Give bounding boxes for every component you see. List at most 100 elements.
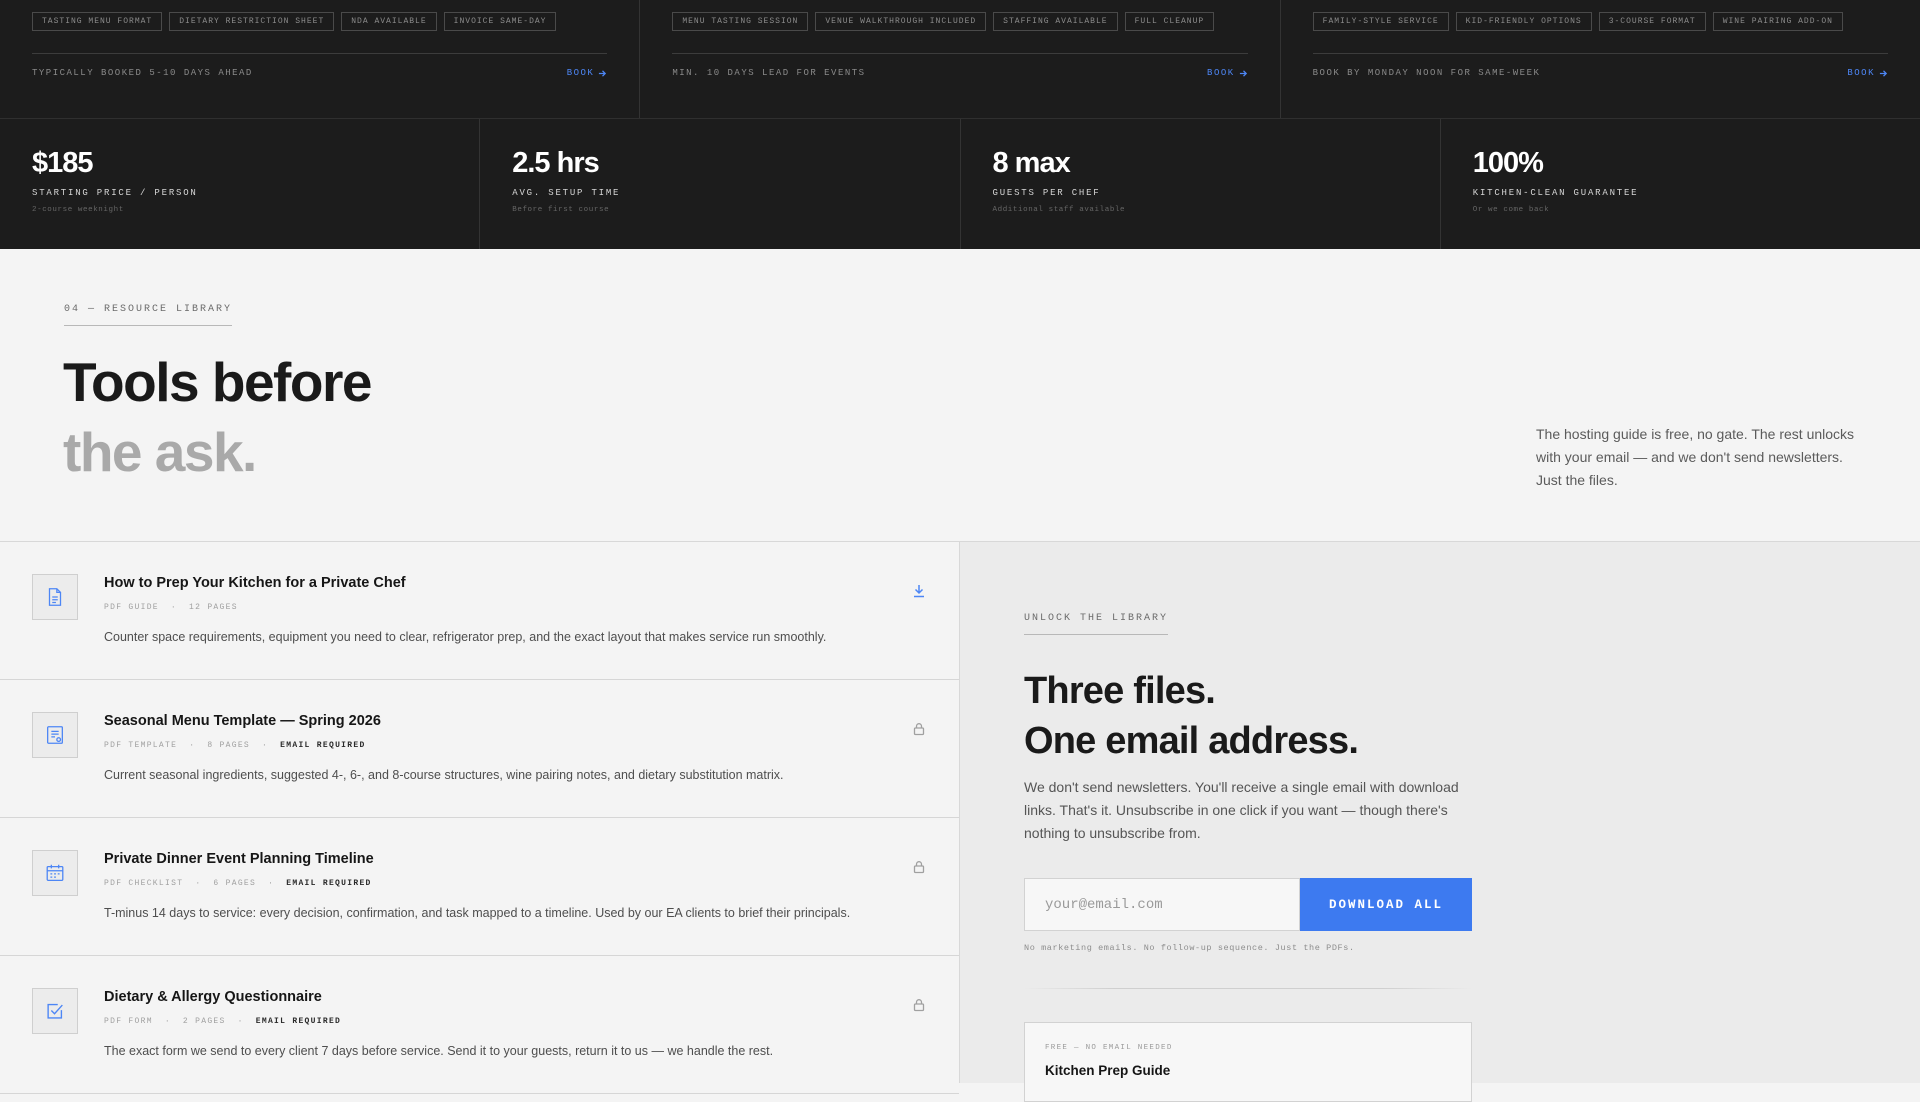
divider <box>672 53 1248 54</box>
stat-label: KITCHEN-CLEAN GUARANTEE <box>1472 188 1639 198</box>
stat-subtext: Additional staff available <box>992 206 1126 214</box>
file-description: The exact form we send to every client 7… <box>104 1044 774 1058</box>
tag: 3-COURSE FORMAT <box>1598 12 1706 31</box>
free-guide-card[interactable]: FREE — NO EMAIL NEEDED Kitchen Prep Guid… <box>1024 1022 1472 1102</box>
book-link[interactable]: BOOK <box>1847 68 1888 78</box>
tag-list: MENU TASTING SESSION VENUE WALKTHROUGH I… <box>672 12 1247 31</box>
stat-block: 2.5 hrs AVG. SETUP TIME Before first cou… <box>480 119 961 249</box>
file-pages: 8 PAGES <box>207 741 251 750</box>
file-description: T-minus 14 days to service: every decisi… <box>104 906 851 920</box>
stat-subtext: Before first course <box>512 206 610 214</box>
template-icon <box>32 712 78 758</box>
stat-block: 100% KITCHEN-CLEAN GUARANTEE Or we come … <box>1441 119 1920 249</box>
document-icon <box>32 574 78 620</box>
section-intro: The hosting guide is free, no gate. The … <box>1536 426 1855 488</box>
file-type: PDF FORM <box>104 1017 153 1026</box>
stat-label: STARTING PRICE / PERSON <box>32 188 198 198</box>
file-description: Current seasonal ingredients, suggested … <box>104 768 784 782</box>
tag: FAMILY-STYLE SERVICE <box>1312 12 1449 31</box>
file-pages: 12 PAGES <box>189 603 238 612</box>
checkbox-icon <box>32 988 78 1034</box>
file-description: Counter space requirements, equipment yo… <box>104 630 827 644</box>
tag: DIETARY RESTRICTION SHEET <box>169 12 335 31</box>
file-type: PDF TEMPLATE <box>104 741 178 750</box>
email-form: DOWNLOAD ALL <box>1024 878 1472 931</box>
file-meta: PDF GUIDE · 12 PAGES <box>104 603 238 612</box>
tag: NDA AVAILABLE <box>341 12 437 31</box>
book-label: BOOK <box>566 68 595 78</box>
file-item[interactable]: Dietary & Allergy Questionnaire PDF FORM… <box>0 956 959 1094</box>
stat-subtext: 2-course weeknight <box>32 206 124 214</box>
free-badge: FREE — NO EMAIL NEEDED <box>1045 1044 1173 1052</box>
file-item[interactable]: Seasonal Menu Template — Spring 2026 PDF… <box>0 680 959 818</box>
divider <box>1312 53 1888 54</box>
file-type: PDF CHECKLIST <box>104 879 184 888</box>
book-link[interactable]: BOOK <box>567 68 608 78</box>
arrow-right-icon <box>599 69 607 77</box>
tag: KID-FRIENDLY OPTIONS <box>1455 12 1592 31</box>
free-guide-title: Kitchen Prep Guide <box>1045 1063 1171 1078</box>
stat-value: 8 max <box>992 147 1071 179</box>
file-title: Dietary & Allergy Questionnaire <box>104 989 322 1005</box>
meta-separator: · <box>268 879 275 888</box>
stat-block: 8 max GUESTS PER CHEF Additional staff a… <box>961 119 1441 249</box>
tag: TASTING MENU FORMAT <box>32 12 163 31</box>
service-footer: TYPICALLY BOOKED 5-10 DAYS AHEAD BOOK <box>32 68 607 78</box>
service-footer: MIN. 10 DAYS LEAD FOR EVENTS BOOK <box>672 68 1247 78</box>
stat-value: $185 <box>32 147 94 179</box>
download-icon[interactable] <box>912 584 928 600</box>
file-item[interactable]: How to Prep Your Kitchen for a Private C… <box>0 542 959 680</box>
tag-list: TASTING MENU FORMAT DIETARY RESTRICTION … <box>32 12 607 31</box>
service-footer: BOOK BY MONDAY NOON FOR SAME-WEEK BOOK <box>1313 68 1888 78</box>
email-required-badge: EMAIL REQUIRED <box>255 1017 342 1026</box>
meta-separator: · <box>262 741 269 750</box>
tag: VENUE WALKTHROUGH INCLUDED <box>815 12 987 31</box>
service-card: MENU TASTING SESSION VENUE WALKTHROUGH I… <box>640 0 1281 118</box>
unlock-title-line1: Three files. <box>1024 670 1216 712</box>
services-band: TASTING MENU FORMAT DIETARY RESTRICTION … <box>0 0 1920 249</box>
stat-block: $185 STARTING PRICE / PERSON 2-course we… <box>0 119 481 249</box>
lead-time-note: TYPICALLY BOOKED 5-10 DAYS AHEAD <box>32 68 253 78</box>
unlock-description: We don't send newsletters. You'll receiv… <box>1024 779 1459 841</box>
email-required-badge: EMAIL REQUIRED <box>286 879 372 888</box>
lead-time-note: BOOK BY MONDAY NOON FOR SAME-WEEK <box>1312 68 1541 78</box>
section-title-line2: the ask. <box>63 421 257 483</box>
lock-icon <box>912 722 928 738</box>
book-link[interactable]: BOOK <box>1207 68 1248 78</box>
tag: STAFFING AVAILABLE <box>993 12 1118 31</box>
download-all-button[interactable]: DOWNLOAD ALL <box>1300 878 1472 931</box>
stats-row: $185 STARTING PRICE / PERSON 2-course we… <box>0 119 1920 249</box>
file-pages: 6 PAGES <box>213 879 257 888</box>
arrow-right-icon <box>1879 69 1888 77</box>
meta-separator: · <box>189 741 196 750</box>
stat-label: AVG. SETUP TIME <box>512 188 621 198</box>
email-required-badge: EMAIL REQUIRED <box>280 741 366 750</box>
file-meta: PDF TEMPLATE · 8 PAGES · EMAIL REQUIRED <box>104 741 366 750</box>
fine-print: No marketing emails. No follow-up sequen… <box>1024 943 1355 953</box>
file-item[interactable]: Private Dinner Event Planning Timeline P… <box>0 818 959 956</box>
email-input[interactable] <box>1024 878 1300 931</box>
file-type: PDF GUIDE <box>104 603 159 612</box>
unlock-title: Three files. One email address. <box>1024 666 1359 766</box>
tag-list: FAMILY-STYLE SERVICE KID-FRIENDLY OPTION… <box>1312 12 1888 31</box>
file-title: Seasonal Menu Template — Spring 2026 <box>104 713 381 729</box>
file-pages: 2 PAGES <box>182 1017 226 1026</box>
divider <box>1024 988 1472 989</box>
lead-time-note: MIN. 10 DAYS LEAD FOR EVENTS <box>672 68 866 78</box>
section-title-line1: Tools before <box>63 351 372 413</box>
file-title: Private Dinner Event Planning Timeline <box>104 851 374 867</box>
lock-icon <box>912 998 928 1014</box>
meta-separator: · <box>170 603 178 612</box>
tag: WINE PAIRING ADD-ON <box>1712 12 1843 31</box>
resource-library-header: 04 — RESOURCE LIBRARY Tools before the a… <box>0 249 1920 542</box>
file-meta: PDF CHECKLIST · 6 PAGES · EMAIL REQUIRED <box>104 879 372 888</box>
service-card: FAMILY-STYLE SERVICE KID-FRIENDLY OPTION… <box>1281 0 1920 118</box>
book-label: BOOK <box>1847 68 1875 78</box>
unlock-eyebrow: UNLOCK THE LIBRARY <box>1024 613 1169 635</box>
file-list: How to Prep Your Kitchen for a Private C… <box>0 542 960 1094</box>
meta-separator: · <box>164 1017 171 1026</box>
stat-value: 2.5 hrs <box>512 147 600 179</box>
tag: FULL CLEANUP <box>1124 12 1215 31</box>
file-title: How to Prep Your Kitchen for a Private C… <box>104 575 406 591</box>
arrow-right-icon <box>1239 69 1247 77</box>
